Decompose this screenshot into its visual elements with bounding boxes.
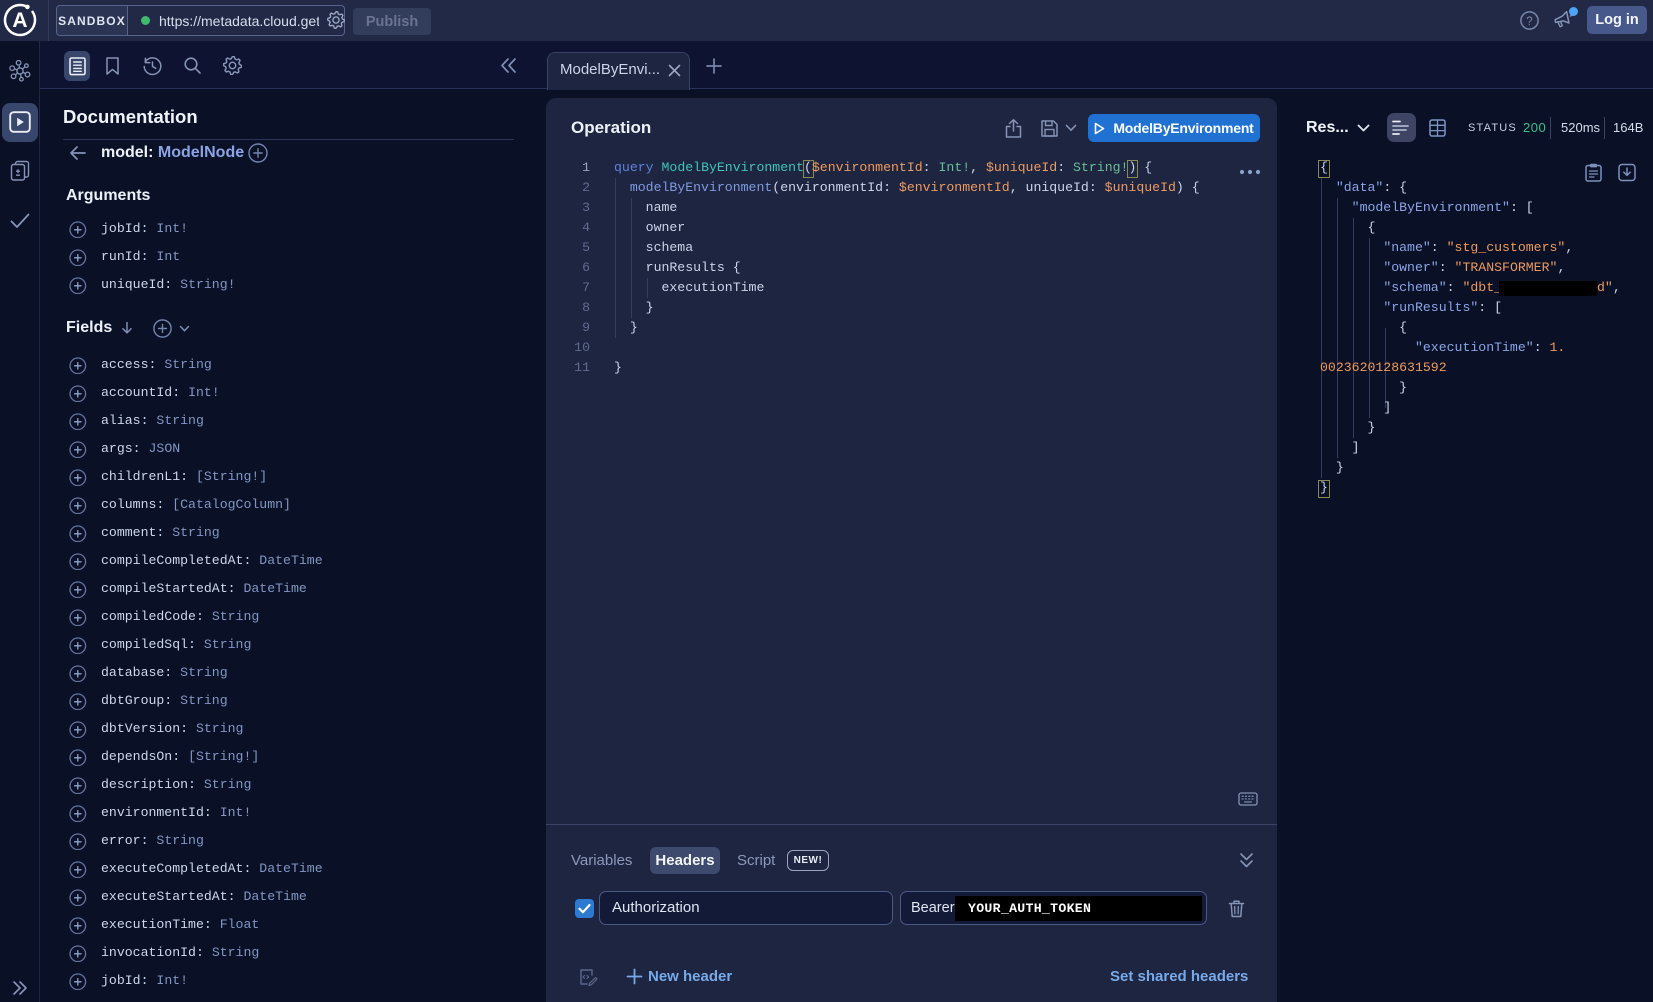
svg-text:?: ? xyxy=(1526,16,1532,28)
svg-text:A: A xyxy=(12,9,27,32)
